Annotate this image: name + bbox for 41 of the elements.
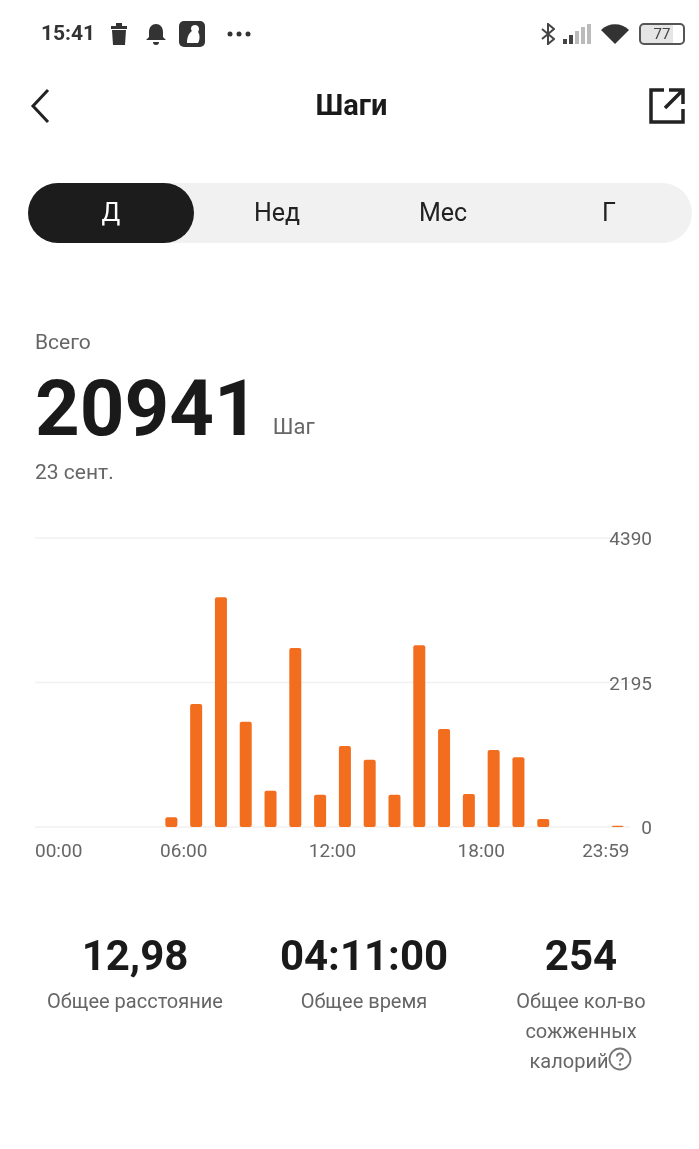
bar bbox=[388, 794, 401, 827]
app-icon bbox=[179, 21, 206, 47]
period-tab[interactable]: Мес bbox=[360, 183, 526, 243]
steps-unit: Шаг bbox=[272, 412, 315, 441]
bar bbox=[512, 757, 525, 827]
bar bbox=[264, 790, 277, 827]
bar bbox=[537, 819, 550, 827]
stat-label: Общее кол-во сожженных калорий bbox=[516, 989, 646, 1073]
trash-icon bbox=[109, 23, 130, 45]
bar bbox=[462, 794, 475, 827]
x-tick-label: 06:00 bbox=[160, 839, 208, 862]
bell-icon bbox=[145, 23, 168, 45]
stat-label: Общее расстояние bbox=[47, 989, 223, 1013]
period-tab[interactable]: Г bbox=[526, 183, 692, 243]
y-tick-label: 2195 bbox=[609, 671, 652, 695]
stat-value: 254 bbox=[544, 930, 618, 982]
share-button[interactable] bbox=[649, 87, 685, 124]
stat-value: 04:11:00 bbox=[279, 930, 449, 982]
bar bbox=[165, 817, 178, 827]
more-icon bbox=[227, 31, 252, 37]
y-tick-label: 0 bbox=[641, 816, 652, 839]
x-tick-label: 12:00 bbox=[308, 839, 357, 862]
period-tab[interactable]: Нед bbox=[194, 183, 360, 243]
x-tick-label: 18:00 bbox=[457, 839, 505, 862]
signal-icon bbox=[563, 24, 591, 44]
x-tick-label: 23:59 bbox=[582, 839, 630, 862]
bar bbox=[314, 794, 327, 827]
period-tab[interactable]: Д bbox=[28, 183, 194, 243]
bluetooth-icon bbox=[541, 23, 555, 45]
wifi-icon bbox=[601, 23, 629, 45]
total-steps: 20941 bbox=[35, 364, 259, 453]
battery-icon: 77 bbox=[639, 23, 685, 45]
stat-label: Общее время bbox=[300, 989, 428, 1013]
x-tick-label: 00:00 bbox=[35, 839, 83, 862]
status-time: 15:41 bbox=[41, 20, 96, 48]
date-label: 23 сент. bbox=[35, 458, 115, 486]
total-label: Всего bbox=[35, 329, 92, 356]
page-title: Шаги bbox=[314, 86, 389, 124]
y-tick-label: 4390 bbox=[609, 527, 652, 550]
stat-value: 12,98 bbox=[81, 930, 189, 982]
bar bbox=[363, 759, 376, 827]
